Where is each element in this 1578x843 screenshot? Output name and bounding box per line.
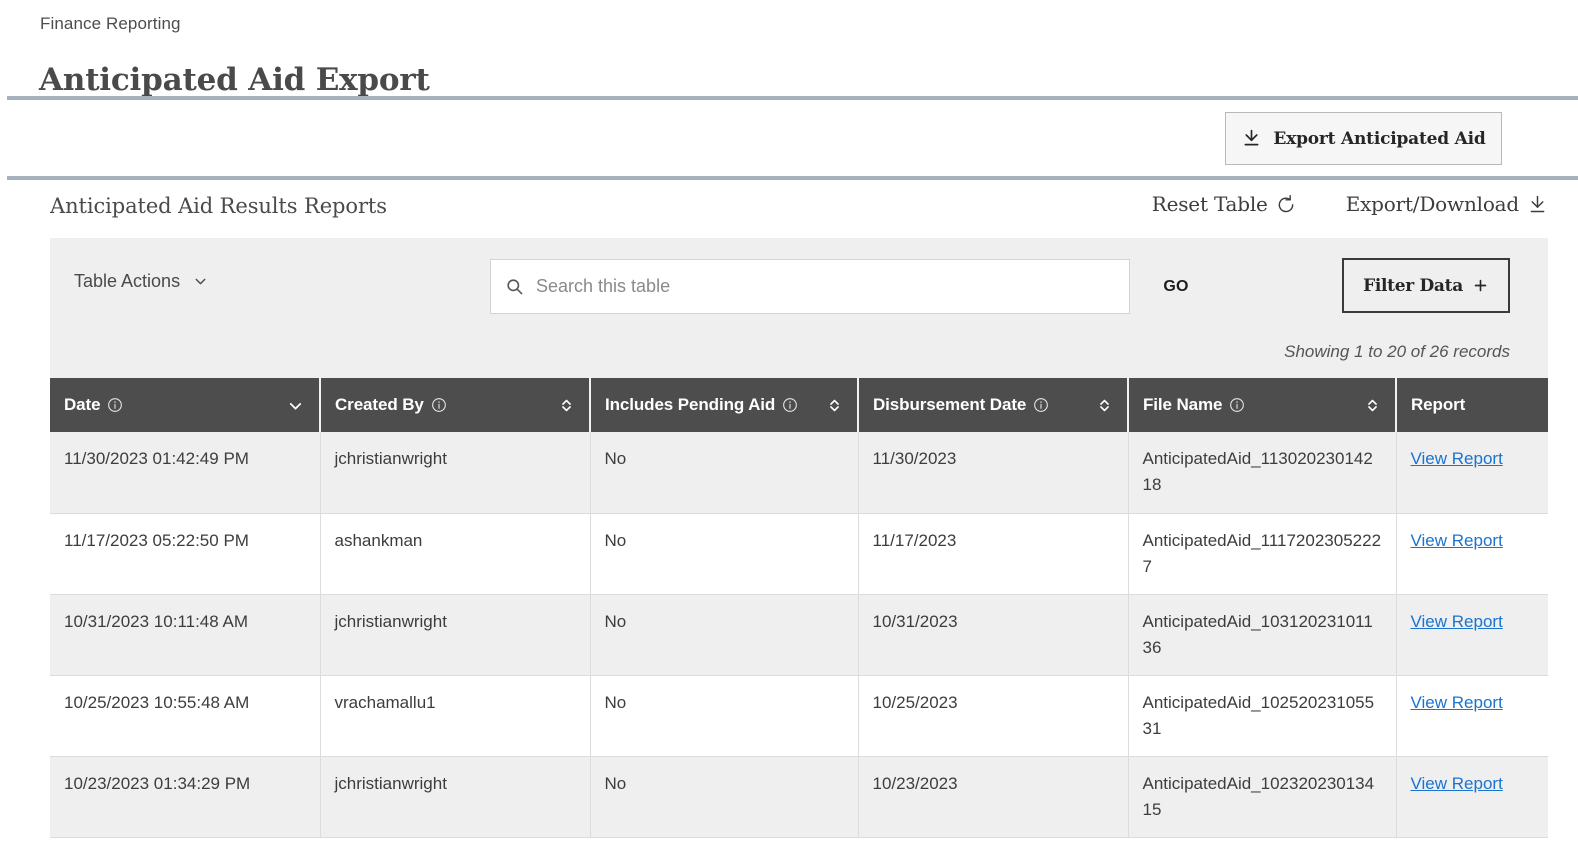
export-download-button[interactable]: Export/Download [1346,192,1548,216]
export-anticipated-aid-label: Export Anticipated Aid [1273,128,1486,149]
table-actions-dropdown[interactable]: Table Actions [74,271,209,292]
export-download-label: Export/Download [1345,192,1520,216]
cell-disbursement-date: 11/17/2023 [858,513,1129,595]
cell-includes-pending-aid: No [590,432,859,514]
sort-toggle-icon[interactable] [558,396,575,415]
column-header-report: Report [1396,378,1548,432]
cell-report: View Report [1396,432,1548,514]
cell-disbursement-date: 10/31/2023 [858,594,1129,676]
view-report-link[interactable]: View Report [1411,449,1503,468]
cell-created-by: ashankman [320,513,591,595]
cell-disbursement-date: 10/23/2023 [858,756,1129,838]
cell-created-by: jchristianwright [320,594,591,676]
column-header-created-by[interactable]: Created By [320,378,591,432]
column-header-report-label: Report [1411,395,1466,414]
column-header-disbursement-date-label: Disbursement Date [873,395,1027,414]
section-title: Anticipated Aid Results Reports [50,194,387,218]
cell-includes-pending-aid: No [590,594,859,676]
export-anticipated-aid-button[interactable]: Export Anticipated Aid [1225,112,1502,165]
info-icon[interactable] [431,397,447,413]
search-box[interactable] [490,259,1130,314]
cell-date: 11/30/2023 01:42:49 PM [50,432,321,514]
search-icon [505,277,524,296]
cell-disbursement-date: 11/30/2023 [858,432,1129,514]
table-header: Date Created By Includes Pending Aid Dis… [50,378,1548,432]
info-icon[interactable] [782,397,798,413]
column-header-created-by-label: Created By [335,395,424,414]
column-header-disbursement-date[interactable]: Disbursement Date [858,378,1129,432]
cell-file-name: AnticipatedAid_11172023052227 [1128,513,1397,595]
cell-report: View Report [1396,594,1548,676]
reset-table-button[interactable]: Reset Table [1152,192,1296,216]
cell-disbursement-date: 10/25/2023 [858,675,1129,757]
cell-includes-pending-aid: No [590,513,859,595]
records-count: Showing 1 to 20 of 26 records [1284,342,1510,361]
cell-file-name: AnticipatedAid_10312023101136 [1128,594,1397,676]
cell-report: View Report [1396,675,1548,757]
table-row: 10/23/2023 01:34:29 PM jchristianwright … [50,756,1548,838]
page-title: Anticipated Aid Export [39,61,430,98]
page-root: Finance Reporting Anticipated Aid Export… [0,0,1578,843]
column-header-date-label: Date [64,395,101,414]
section-actions: Reset Table Export/Download [1152,192,1548,216]
filter-data-button[interactable]: Filter Data [1342,258,1510,313]
cell-date: 10/23/2023 01:34:29 PM [50,756,321,838]
column-header-file-name[interactable]: File Name [1128,378,1397,432]
cell-file-name: AnticipatedAid_10252023105531 [1128,675,1397,757]
sort-toggle-icon[interactable] [1364,396,1381,415]
table-row: 10/31/2023 10:11:48 AM jchristianwright … [50,594,1548,676]
cell-includes-pending-aid: No [590,756,859,838]
sort-toggle-icon[interactable] [1096,396,1113,415]
table-body: 11/30/2023 01:42:49 PM jchristianwright … [50,432,1548,838]
table-actions-label: Table Actions [74,271,181,291]
view-report-link[interactable]: View Report [1411,693,1503,712]
results-table: Date Created By Includes Pending Aid Dis… [50,378,1548,838]
cell-date: 10/25/2023 10:55:48 AM [50,675,321,757]
plus-icon [1472,277,1489,294]
view-report-link[interactable]: View Report [1411,612,1503,631]
view-report-link[interactable]: View Report [1411,531,1503,550]
info-icon[interactable] [1033,397,1049,413]
column-header-includes-pending-aid[interactable]: Includes Pending Aid [590,378,859,432]
search-go-button[interactable]: GO [1130,259,1222,314]
view-report-link[interactable]: View Report [1411,774,1503,793]
download-tray-icon [1527,194,1548,215]
table-row: 11/30/2023 01:42:49 PM jchristianwright … [50,432,1548,514]
column-header-date[interactable]: Date [50,378,321,432]
cell-created-by: jchristianwright [320,756,591,838]
sort-toggle-icon[interactable] [826,396,843,415]
info-icon[interactable] [107,397,123,413]
filter-data-label: Filter Data [1363,275,1463,296]
reset-table-label: Reset Table [1151,192,1268,216]
column-header-includes-pending-aid-label: Includes Pending Aid [605,395,776,414]
cell-created-by: vrachamallu1 [320,675,591,757]
column-header-file-name-label: File Name [1143,395,1223,414]
cell-date: 11/17/2023 05:22:50 PM [50,513,321,595]
sort-desc-icon[interactable] [286,396,305,415]
search-group: GO [490,259,1222,314]
cell-file-name: AnticipatedAid_10232023013415 [1128,756,1397,838]
refresh-ccw-icon [1276,194,1296,214]
cell-file-name: AnticipatedAid_11302023014218 [1128,432,1397,514]
breadcrumb[interactable]: Finance Reporting [40,14,181,34]
table-toolbar: Table Actions GO Filter Data [50,238,1548,378]
chevron-down-icon [192,273,209,290]
cell-date: 10/31/2023 10:11:48 AM [50,594,321,676]
info-icon[interactable] [1229,397,1245,413]
cell-created-by: jchristianwright [320,432,591,514]
table-row: 11/17/2023 05:22:50 PM ashankman No 11/1… [50,513,1548,595]
table-header-row: Date Created By Includes Pending Aid Dis… [50,378,1548,432]
cell-report: View Report [1396,756,1548,838]
divider-top [7,96,1578,100]
divider-second [7,176,1578,180]
search-input[interactable] [534,275,1115,298]
table-row: 10/25/2023 10:55:48 AM vrachamallu1 No 1… [50,675,1548,757]
download-tray-icon [1241,128,1262,149]
cell-includes-pending-aid: No [590,675,859,757]
cell-report: View Report [1396,513,1548,595]
